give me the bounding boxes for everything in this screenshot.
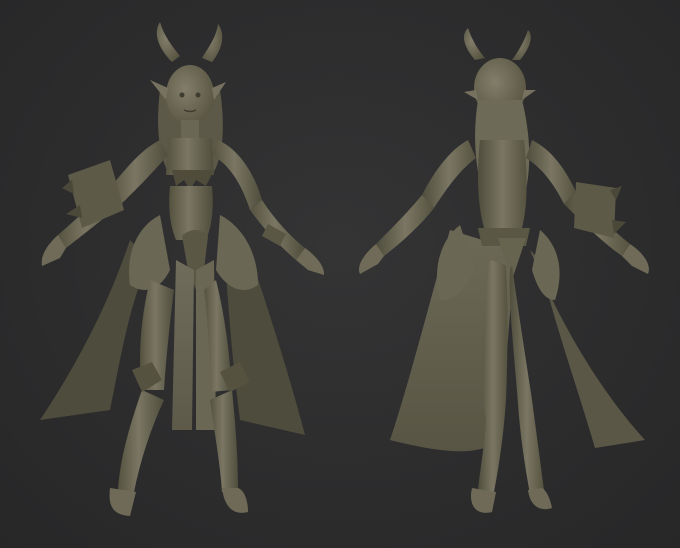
right-bracer bbox=[574, 182, 616, 238]
character-front-view bbox=[0, 0, 340, 548]
right-shin bbox=[210, 390, 238, 492]
right-upper-arm bbox=[526, 140, 576, 204]
left-shin bbox=[118, 390, 164, 492]
right-hip-drape bbox=[532, 230, 560, 300]
right-upper-arm bbox=[212, 140, 262, 210]
sculpt-viewport bbox=[0, 0, 680, 548]
left-eye bbox=[179, 92, 185, 98]
character-back-sculpt-icon bbox=[358, 28, 649, 513]
left-foot bbox=[470, 488, 496, 513]
right-horn bbox=[202, 24, 223, 62]
right-foot bbox=[222, 488, 248, 513]
neck bbox=[181, 120, 199, 138]
front-loincloth-left bbox=[172, 260, 194, 430]
left-ear bbox=[150, 80, 168, 100]
left-hip-drape bbox=[129, 215, 170, 290]
left-bracer-spike-2 bbox=[66, 205, 82, 218]
right-ear bbox=[522, 90, 536, 100]
right-horn bbox=[512, 30, 531, 60]
left-foot bbox=[109, 488, 136, 516]
chest-top bbox=[166, 138, 214, 175]
left-bracer bbox=[68, 160, 124, 228]
head bbox=[166, 65, 214, 125]
right-eye bbox=[195, 92, 201, 98]
right-hip-drape bbox=[216, 215, 258, 290]
left-horn bbox=[156, 22, 180, 62]
right-bracer-spike-2 bbox=[612, 220, 626, 234]
left-horn bbox=[464, 28, 485, 60]
back-torso bbox=[478, 140, 527, 235]
left-forearm bbox=[376, 195, 434, 256]
right-leg-back bbox=[509, 265, 544, 494]
character-front-sculpt-icon bbox=[40, 22, 325, 516]
character-back-view bbox=[340, 0, 680, 548]
right-foot bbox=[528, 488, 552, 510]
left-upper-arm bbox=[422, 140, 476, 208]
left-ear bbox=[464, 90, 478, 100]
left-bracer-spike-1 bbox=[62, 180, 74, 194]
